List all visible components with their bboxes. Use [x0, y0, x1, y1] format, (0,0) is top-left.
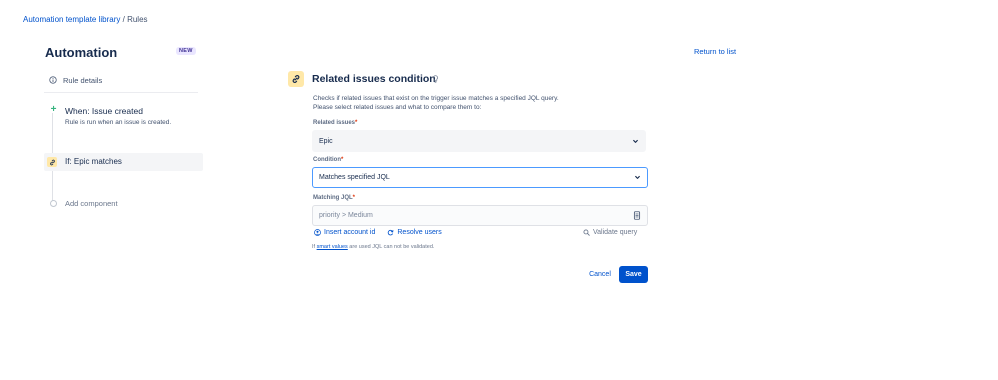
page-title: Automation — [45, 45, 118, 60]
condition-label: Condition* — [313, 157, 343, 163]
matching-jql-label: Matching JQL* — [313, 195, 355, 201]
panel-description-line2: Please select related issues and what to… — [313, 104, 482, 111]
required-marker: * — [355, 120, 358, 126]
matching-jql-placeholder: priority > Medium — [319, 212, 373, 219]
condition-item-title: If: Epic matches — [65, 157, 122, 166]
resolve-users-label: Resolve users — [397, 229, 442, 236]
chevron-down-icon — [633, 139, 638, 143]
panel-title: Related issues condition — [312, 73, 436, 85]
save-button[interactable]: Save — [619, 266, 648, 283]
resolve-users-button[interactable]: Resolve users — [387, 229, 442, 236]
condition-label-text: Condition — [313, 157, 341, 163]
rule-details-label: Rule details — [63, 75, 103, 85]
add-component-dot-icon — [50, 200, 57, 207]
breadcrumb: Automation template library / Rules — [23, 15, 148, 24]
related-issues-value: Epic — [319, 137, 333, 145]
panel-description-line1: Checks if related issues that exist on t… — [313, 95, 559, 102]
insert-account-id-label: Insert account id — [324, 229, 376, 236]
link-icon — [292, 75, 300, 83]
sidebar-divider — [44, 92, 198, 93]
info-icon — [49, 76, 57, 84]
smart-values-note: If smart values are used JQL can not be … — [312, 244, 434, 250]
condition-badge — [47, 157, 57, 167]
breadcrumb-current: Rules — [127, 15, 148, 24]
required-marker: * — [341, 157, 344, 163]
cancel-button[interactable]: Cancel — [585, 266, 615, 283]
trigger-item-title[interactable]: When: Issue created — [65, 106, 143, 116]
jql-helper-links: Insert account id Resolve users — [314, 229, 442, 236]
related-issues-label: Related issues* — [313, 120, 357, 126]
note-suffix: are used JQL can not be validated. — [347, 244, 435, 250]
search-icon — [583, 229, 590, 236]
new-badge: NEW — [176, 47, 196, 55]
validate-query-label: Validate query — [593, 229, 638, 236]
user-icon — [314, 229, 321, 236]
insert-account-id-button[interactable]: Insert account id — [314, 229, 375, 236]
chevron-down-icon — [635, 175, 640, 179]
panel-description: Checks if related issues that exist on t… — [313, 94, 643, 112]
rule-details-item[interactable]: Rule details — [49, 74, 102, 86]
matching-jql-label-text: Matching JQL — [313, 195, 353, 201]
breadcrumb-link-template-library[interactable]: Automation template library — [23, 15, 120, 24]
condition-value: Matches specified JQL — [319, 174, 390, 181]
lightbulb-icon[interactable] — [432, 75, 439, 83]
link-icon — [49, 159, 55, 165]
related-issues-label-text: Related issues — [313, 120, 356, 126]
trigger-plus-icon: + — [50, 104, 57, 115]
required-marker: * — [352, 195, 356, 201]
smart-values-link[interactable]: smart values — [317, 244, 348, 250]
return-to-list-link[interactable]: Return to list — [694, 47, 736, 56]
refresh-icon — [388, 229, 394, 236]
matching-jql-input[interactable]: priority > Medium — [312, 205, 648, 226]
trigger-item-description: Rule is run when an issue is created. — [65, 119, 172, 126]
document-icon[interactable] — [633, 211, 641, 220]
panel-condition-badge — [288, 71, 304, 87]
add-component-button[interactable]: Add component — [65, 199, 118, 208]
related-issues-select[interactable]: Epic — [312, 130, 646, 152]
validate-query-button[interactable]: Validate query — [583, 229, 637, 236]
condition-select[interactable]: Matches specified JQL — [312, 167, 648, 188]
